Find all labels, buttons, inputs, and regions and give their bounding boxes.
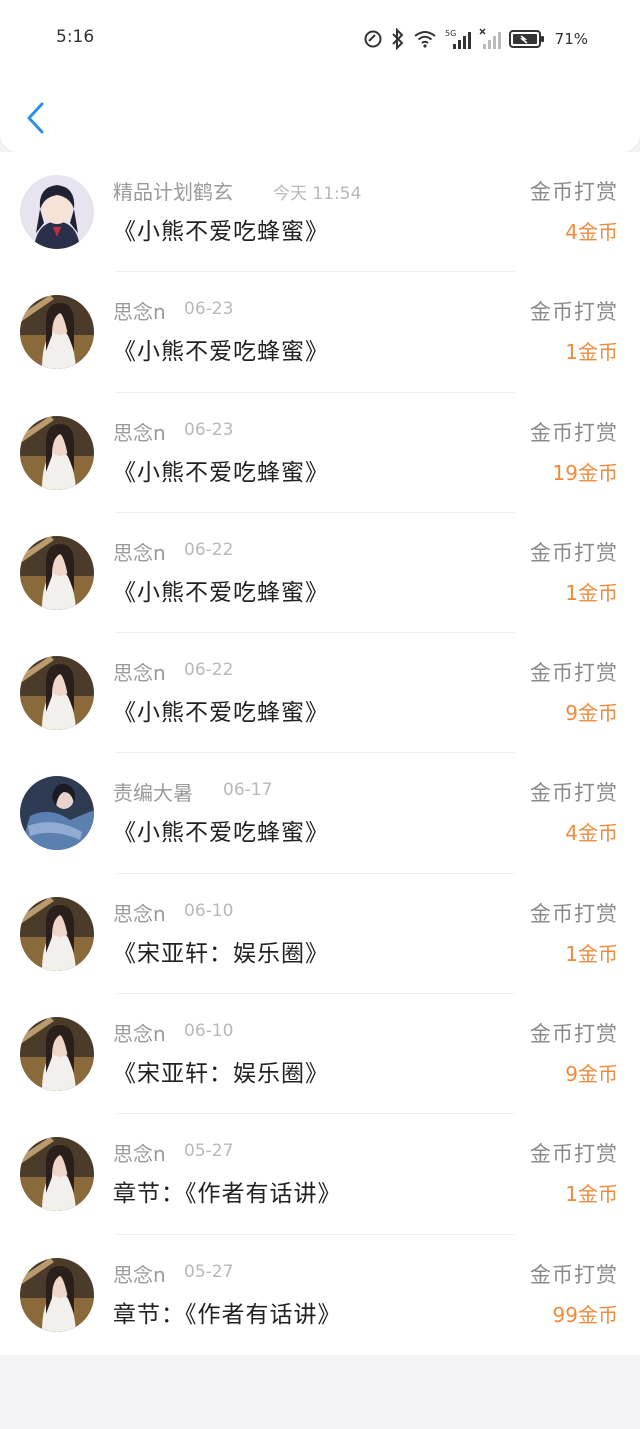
chevron-left-icon (27, 102, 44, 134)
list-item[interactable]: 思念n 06-23 《小熊不爱吃蜂蜜》 金币打赏 1金币 (0, 272, 640, 393)
status-icons: 5G 71% (363, 28, 588, 50)
avatar-photo (20, 1137, 94, 1212)
avatar-blue (20, 776, 94, 851)
work-title: 《小熊不爱吃蜂蜜》 (113, 820, 329, 847)
work-title: 《小熊不爱吃蜂蜜》 (113, 459, 329, 486)
reward-type: 金币打赏 (530, 901, 618, 926)
work-title: 《宋亚轩：娱乐圈》 (113, 1061, 329, 1088)
signal-no-sim-icon (479, 28, 501, 49)
avatar[interactable] (20, 776, 94, 851)
reward-date: 06-10 (184, 900, 234, 921)
avatar-photo (20, 896, 94, 971)
do-not-disturb-icon (364, 30, 382, 48)
list-item[interactable]: 责编大暑 06-17 《小熊不爱吃蜂蜜》 金币打赏 4金币 (0, 753, 640, 875)
reward-date: 06-23 (184, 419, 234, 440)
sender-name: 思念n (113, 420, 166, 445)
work-title: 《宋亚轩：娱乐圈》 (113, 940, 329, 967)
list-item[interactable]: 思念n 06-22 《小熊不爱吃蜂蜜》 金币打赏 1金币 (0, 513, 640, 634)
list-item[interactable]: 思念n 06-22 《小熊不爱吃蜂蜜》 金币打赏 9金币 (0, 633, 640, 754)
avatar[interactable] (20, 1137, 94, 1212)
reward-amount: 19金币 (552, 460, 618, 485)
avatar-photo (20, 1017, 94, 1092)
list-item[interactable]: 思念n 05-27 章节：《作者有话讲》 金币打赏 99金币 (0, 1235, 640, 1355)
work-title: 章节：《作者有话讲》 (113, 1301, 342, 1328)
reward-type: 金币打赏 (530, 540, 618, 565)
reward-date: 06-10 (184, 1021, 234, 1042)
sender-name: 思念n (113, 540, 166, 565)
avatar-photo (20, 415, 94, 490)
avatar-photo (20, 535, 94, 610)
status-bar: 5:16 5G 71% (0, 0, 640, 78)
reward-type: 金币打赏 (530, 1022, 618, 1047)
work-title: 《小熊不爱吃蜂蜜》 (113, 219, 329, 245)
reward-type: 金币打赏 (530, 1262, 618, 1287)
avatar[interactable] (20, 175, 94, 249)
avatar-photo (20, 295, 94, 370)
list-item[interactable]: 思念n 05-27 章节：《作者有话讲》 金币打赏 1金币 (0, 1114, 640, 1235)
reward-type: 金币打赏 (530, 781, 618, 806)
reward-list: 精品计划鹤玄 今天 11:54 《小熊不爱吃蜂蜜》 金币打赏 4金币 思念n 0… (0, 152, 640, 1355)
sender-name: 责编大暑 (113, 781, 193, 806)
reward-type: 金币打赏 (530, 420, 618, 445)
reward-date: 06-23 (184, 299, 234, 320)
back-button[interactable] (18, 96, 52, 140)
reward-date: 06-22 (184, 660, 234, 681)
reward-amount: 99金币 (552, 1302, 618, 1327)
reward-amount: 1金币 (565, 580, 618, 605)
reward-date: 今天 11:54 (273, 184, 362, 204)
avatar-photo (20, 656, 94, 731)
reward-amount: 1金币 (565, 941, 618, 966)
reward-type: 金币打赏 (530, 180, 618, 204)
list-end-spacer (0, 1355, 640, 1429)
reward-type: 金币打赏 (530, 661, 618, 686)
sender-name: 思念n (113, 1022, 166, 1047)
avatar[interactable] (20, 1017, 94, 1092)
work-title: 章节：《作者有话讲》 (113, 1181, 342, 1208)
list-item[interactable]: 思念n 06-23 《小熊不爱吃蜂蜜》 金币打赏 19金币 (0, 393, 640, 514)
avatar[interactable] (20, 295, 94, 370)
reward-date: 05-27 (184, 1141, 234, 1162)
reward-amount: 9金币 (565, 701, 618, 726)
avatar[interactable] (20, 415, 94, 490)
sender-name: 思念n (113, 1142, 166, 1167)
reward-amount: 1金币 (565, 340, 618, 365)
list-item[interactable]: 思念n 06-10 《宋亚轩：娱乐圈》 金币打赏 9金币 (0, 994, 640, 1115)
avatar[interactable] (20, 535, 94, 610)
bluetooth-icon (391, 28, 404, 50)
sender-name: 精品计划鹤玄 (113, 180, 233, 204)
work-title: 《小熊不爱吃蜂蜜》 (113, 339, 329, 366)
reward-date: 06-22 (184, 539, 234, 560)
battery-icon (508, 30, 544, 48)
avatar[interactable] (20, 1257, 94, 1332)
reward-amount: 1金币 (565, 1182, 618, 1207)
reward-date: 06-17 (223, 780, 273, 801)
reward-type: 金币打赏 (530, 1142, 618, 1167)
reward-amount: 4金币 (565, 821, 618, 846)
sender-name: 思念n (113, 1262, 166, 1287)
reward-date: 05-27 (184, 1261, 234, 1282)
status-time: 5:16 (56, 27, 95, 47)
sender-name: 思念n (113, 901, 166, 926)
avatar[interactable] (20, 896, 94, 971)
work-title: 《小熊不爱吃蜂蜜》 (113, 579, 329, 606)
svg-text:5G: 5G (445, 29, 456, 38)
reward-amount: 9金币 (565, 1062, 618, 1087)
work-title: 《小熊不爱吃蜂蜜》 (113, 700, 329, 727)
signal-5g-icon: 5G (445, 29, 471, 49)
reward-amount: 4金币 (565, 220, 618, 244)
battery-percent: 71% (554, 30, 588, 48)
avatar-anime (20, 175, 94, 249)
avatar[interactable] (20, 656, 94, 731)
reward-type: 金币打赏 (530, 300, 618, 325)
sender-name: 思念n (113, 300, 166, 325)
sender-name: 思念n (113, 661, 166, 686)
list-item[interactable]: 精品计划鹤玄 今天 11:54 《小熊不爱吃蜂蜜》 金币打赏 4金币 (0, 152, 640, 273)
list-item[interactable]: 思念n 06-10 《宋亚轩：娱乐圈》 金币打赏 1金币 (0, 874, 640, 995)
avatar-photo (20, 1257, 94, 1332)
wifi-icon (414, 31, 436, 48)
header: 5:16 5G 71% (0, 0, 640, 152)
